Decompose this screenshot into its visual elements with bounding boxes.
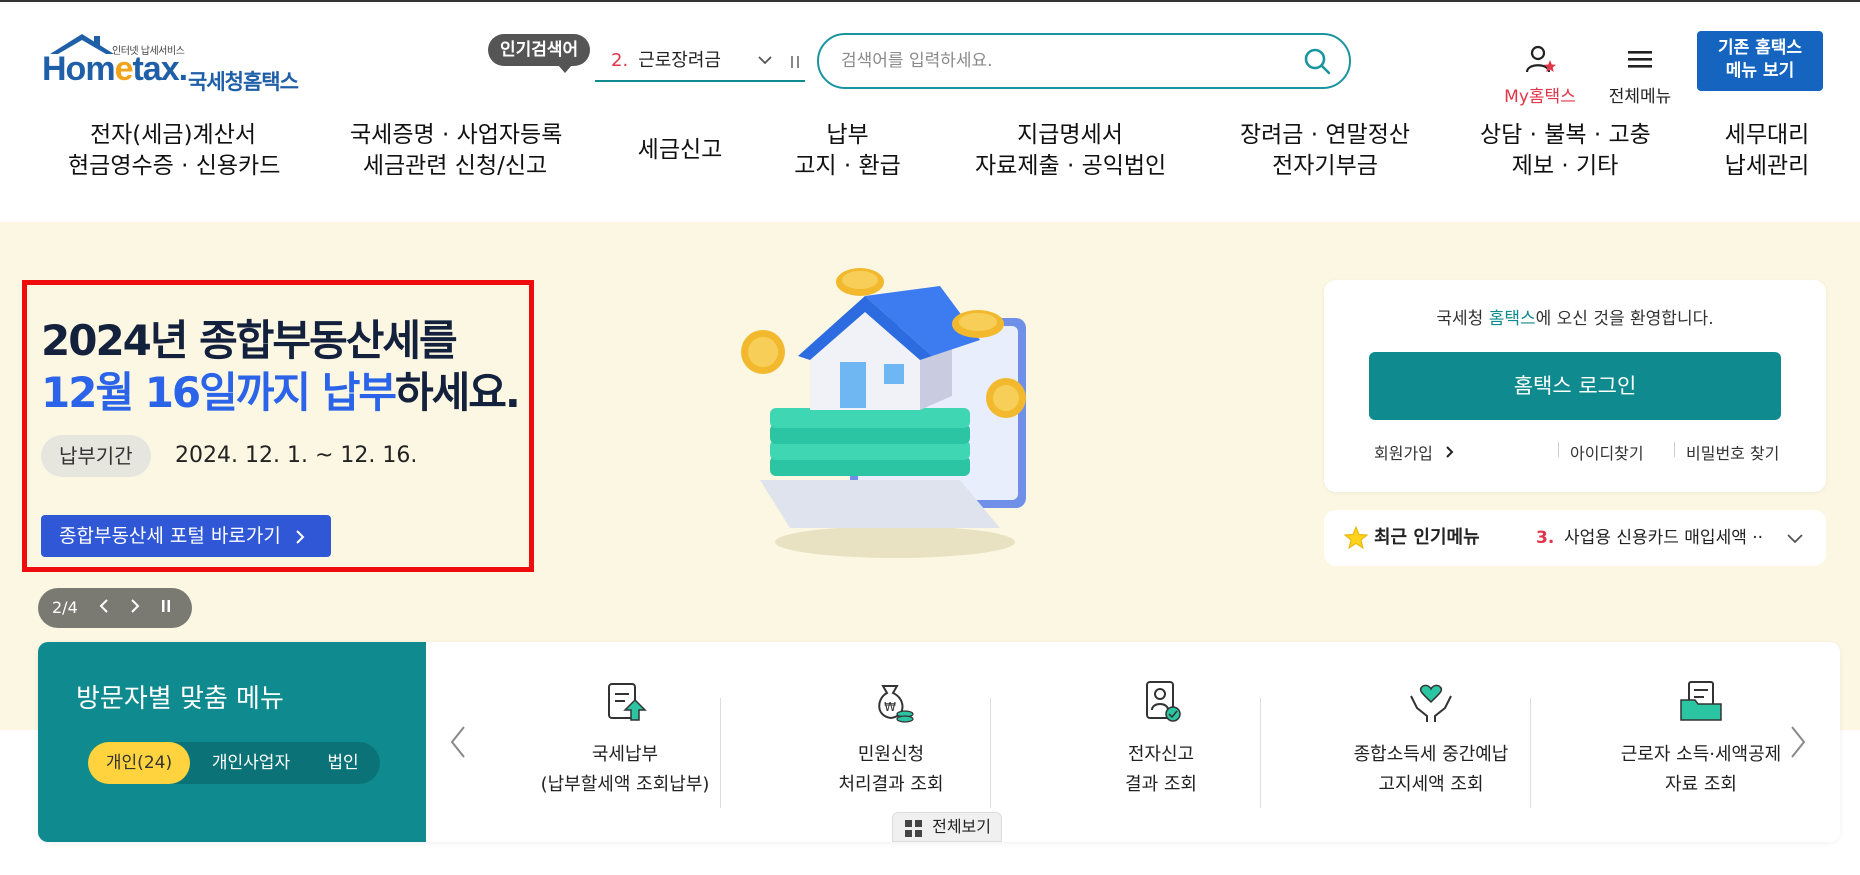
divider [1260, 698, 1261, 808]
popular-term[interactable]: 근로장려금 [638, 50, 721, 71]
prev-slide-icon[interactable] [99, 588, 109, 628]
money-bag-icon: ₩ [878, 685, 914, 723]
chevron-down-icon[interactable] [757, 46, 773, 86]
nav-item-tax-agent[interactable]: 세무대리 납세관리 [1722, 120, 1812, 182]
popular-menu-rank: 3. [1536, 528, 1555, 548]
service-civil-petition[interactable]: ₩ 민원신청 처리결과 조회 [756, 678, 1026, 800]
main-navigation: 전자(세금)계산서 현금영수증 · 신용카드 국세증명 · 사업자등록 세금관련 신… [0, 120, 1860, 190]
nav-item-incentive[interactable]: 장려금 · 연말정산 전자기부금 [1235, 120, 1415, 182]
visitor-menu-sidebar: 방문자별 맞춤 메뉴 개인(24) 개인사업자 법인 [38, 642, 426, 842]
payment-period-value: 2024. 12. 1. ~ 12. 16. [175, 443, 418, 468]
nav-item-tax-return[interactable]: 세금신고 [620, 135, 740, 166]
user-star-icon [1525, 45, 1556, 73]
chevron-down-icon[interactable] [1786, 530, 1804, 549]
divider [1558, 442, 1559, 457]
old-menu-line1: 기존 홈택스 [1717, 38, 1803, 58]
all-menu-label: 전체메뉴 [1608, 87, 1672, 107]
login-button[interactable]: 홈택스 로그인 [1369, 352, 1781, 420]
login-card: 국세청 홈택스에 오신 것을 환영합니다. 홈택스 로그인 회원가입 아이디찾기… [1324, 280, 1826, 492]
next-arrow-icon[interactable] [1788, 724, 1808, 764]
all-menu-button[interactable]: 전체메뉴 [1605, 44, 1675, 107]
old-menu-line2: 메뉴 보기 [1725, 61, 1795, 81]
service-subtitle: 고지세액 조회 [1378, 774, 1484, 795]
pause-icon[interactable] [789, 46, 801, 86]
service-title: 종합소득세 중간예납 [1353, 744, 1509, 765]
service-title: 민원신청 [857, 744, 925, 765]
logo-korean: 국세청홈택스 [188, 70, 299, 94]
pause-slide-icon[interactable] [161, 588, 171, 628]
payment-period-label: 납부기간 [41, 435, 151, 477]
visitor-menu-title: 방문자별 맞춤 메뉴 [76, 684, 284, 714]
service-subtitle: 자료 조회 [1665, 774, 1737, 795]
tab-individual[interactable]: 개인(24) [88, 742, 190, 784]
folder-doc-icon [1680, 681, 1722, 721]
pager-count: 2/4 [52, 598, 78, 617]
tab-corporation[interactable]: 법인 [310, 742, 376, 784]
old-menu-button[interactable]: 기존 홈택스 메뉴 보기 [1697, 31, 1823, 91]
banner-headline-line2: 12월 16일까지 납부하세요. [41, 368, 521, 417]
house-money-illustration [741, 268, 1026, 558]
next-slide-icon[interactable] [130, 588, 140, 628]
service-subtitle: 결과 조회 [1125, 774, 1197, 795]
tab-sole-proprietor[interactable]: 개인사업자 [196, 742, 306, 784]
welcome-message: 국세청 홈택스에 오신 것을 환영합니다. [1436, 309, 1714, 329]
popular-menu-label: 최근 인기메뉴 [1374, 527, 1480, 548]
service-e-filing[interactable]: 전자신고 결과 조회 [1026, 678, 1296, 800]
chevron-right-icon [296, 529, 305, 544]
divider [720, 698, 721, 808]
view-all-label: 전체보기 [932, 817, 991, 836]
nav-item-payment[interactable]: 납부 고지 · 환급 [790, 120, 905, 182]
hometax-logo[interactable]: 인터넷 납세서비스 Hometax. 국세청홈택스 [40, 30, 320, 100]
nav-item-certificate[interactable]: 국세증명 · 사업자등록 세금관련 신청/신고 [350, 120, 562, 182]
tax-payment-icon [608, 683, 647, 721]
property-tax-portal-button[interactable]: 종합부동산세 포털 바로가기 [41, 515, 331, 557]
banner-pager: 2/4 [38, 588, 192, 628]
find-password-link[interactable]: 비밀번호 찾기 [1686, 440, 1779, 464]
chevron-right-icon [1446, 446, 1454, 458]
header: 인터넷 납세서비스 Hometax. 국세청홈택스 인기검색어 2. 근로장려금 … [0, 2, 1860, 222]
svg-text:₩: ₩ [884, 700, 896, 714]
divider [1530, 698, 1531, 808]
heart-hands-icon [1410, 684, 1452, 722]
signup-link[interactable]: 회원가입 [1374, 440, 1456, 464]
visitor-tabs: 개인(24) 개인사업자 법인 [88, 742, 380, 784]
portal-button-label: 종합부동산세 포털 바로가기 [59, 525, 281, 547]
service-title: 전자신고 [1127, 744, 1195, 765]
star-icon [1343, 525, 1369, 554]
promo-banner: 2024년 종합부동산세를 12월 16일까지 납부하세요. 납부기간 2024… [22, 280, 534, 572]
view-all-button[interactable]: 전체보기 [892, 812, 1002, 842]
search-box [817, 33, 1351, 89]
e-filing-icon [1146, 681, 1181, 722]
popular-search-badge: 인기검색어 [488, 34, 591, 73]
service-interim-prepayment[interactable]: 종합소득세 중간예납 고지세액 조회 [1296, 678, 1566, 800]
grid-icon [905, 820, 922, 837]
service-subtitle: 처리결과 조회 [838, 774, 944, 795]
nav-item-consulting[interactable]: 상담 · 불복 · 고충 제보 · 기타 [1480, 120, 1651, 182]
search-input[interactable] [841, 47, 1281, 75]
popular-menu-bar[interactable]: 최근 인기메뉴 3. 사업용 신용카드 매입세액 ·· [1324, 510, 1826, 566]
search-icon[interactable] [1303, 47, 1331, 79]
my-hometax-link[interactable]: My홈택스 [1500, 44, 1580, 107]
logo-wordmark: Hometax. [42, 50, 188, 88]
hamburger-icon [1628, 51, 1652, 68]
visitor-menu-panel: 방문자별 맞춤 메뉴 개인(24) 개인사업자 법인 국세납부 (납부할세액 조… [38, 642, 1840, 842]
divider [1674, 442, 1675, 457]
divider [990, 698, 991, 808]
nav-item-e-invoice[interactable]: 전자(세금)계산서 현금영수증 · 신용카드 [68, 120, 280, 182]
popular-menu-item[interactable]: 사업용 신용카드 매입세액 ·· [1564, 510, 1763, 566]
popular-rank-number: 2. [611, 50, 629, 71]
my-hometax-label: My홈택스 [1504, 87, 1576, 107]
find-id-link[interactable]: 아이디찾기 [1570, 440, 1644, 464]
prev-arrow-icon[interactable] [448, 724, 468, 764]
popular-search-ticker[interactable]: 2. 근로장려금 [595, 46, 805, 82]
nav-item-statement[interactable]: 지급명세서 자료제출 · 공익법인 [975, 120, 1166, 182]
